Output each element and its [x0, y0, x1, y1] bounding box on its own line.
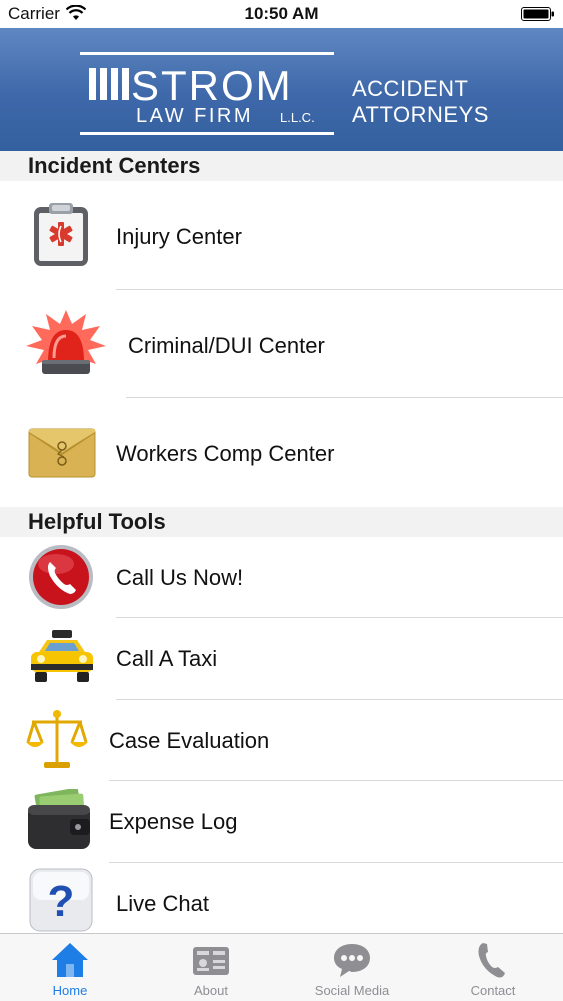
phone-handset-icon: [478, 943, 505, 978]
tab-home[interactable]: Home: [0, 934, 140, 1001]
tab-label: Contact: [470, 983, 516, 998]
item-label: Live Chat: [116, 891, 209, 916]
list-item-injury-center[interactable]: Injury Center: [0, 181, 563, 290]
section-header-tools: Helpful Tools: [0, 507, 563, 537]
list-item-live-chat[interactable]: ? Live Chat: [0, 863, 563, 933]
section-title: Incident Centers: [28, 153, 201, 178]
phone-icon: [29, 545, 93, 609]
status-bar: Carrier 10:50 AM: [0, 0, 563, 28]
section-header-incident: Incident Centers: [0, 151, 563, 181]
siren-icon: [26, 310, 106, 374]
section-title: Helpful Tools: [28, 509, 166, 534]
tab-bar: Home About Social Media Contact: [0, 933, 563, 1001]
logo-sub: LAW FIRM: [136, 105, 253, 127]
scales-icon: [26, 710, 88, 768]
list-item-case-evaluation[interactable]: Case Evaluation: [0, 700, 563, 781]
tagline-line2: ATTORNEYS: [352, 102, 489, 127]
list-item-expense-log[interactable]: Expense Log: [0, 781, 563, 862]
clipboard-medical-icon: [34, 203, 88, 266]
header-banner: STROM LAW FIRM L.L.C. ACCIDENT ATTORNEYS: [0, 28, 563, 151]
svg-text:?: ?: [48, 877, 75, 926]
item-label: Expense Log: [109, 809, 238, 834]
envelope-icon: [28, 428, 96, 478]
tab-label: Home: [52, 983, 88, 998]
id-card-icon: [193, 947, 229, 975]
tab-label: Social Media: [314, 983, 390, 998]
tagline: ACCIDENT ATTORNEYS: [352, 76, 489, 128]
home-icon: [52, 943, 88, 977]
wallet-icon: [28, 789, 90, 849]
item-label: Injury Center: [116, 224, 242, 249]
item-label: Call Us Now!: [116, 565, 244, 590]
question-icon: ?: [29, 868, 93, 932]
firm-logo: STROM LAW FIRM L.L.C.: [80, 52, 334, 135]
list-item-workers-comp-center[interactable]: Workers Comp Center: [0, 398, 563, 507]
list-item-call-a-taxi[interactable]: Call A Taxi: [0, 618, 563, 699]
item-label: Criminal/DUI Center: [128, 333, 325, 358]
list-item-call-us-now[interactable]: Call Us Now!: [0, 537, 563, 618]
tab-contact[interactable]: Contact: [423, 934, 563, 1001]
chat-bubble-icon: [334, 944, 370, 977]
tagline-line1: ACCIDENT: [352, 76, 469, 101]
logo-llc: L.L.C.: [280, 110, 315, 125]
item-label: Case Evaluation: [109, 728, 270, 753]
tab-about[interactable]: About: [141, 934, 281, 1001]
taxi-icon: [31, 630, 93, 682]
list-item-criminal-dui-center[interactable]: Criminal/DUI Center: [0, 290, 563, 398]
item-label: Call A Taxi: [116, 646, 218, 671]
battery-icon: [521, 7, 554, 21]
tab-social-media[interactable]: Social Media: [282, 934, 422, 1001]
status-time: 10:50 AM: [244, 4, 319, 23]
logo-name: STROM: [131, 62, 293, 109]
tab-label: About: [194, 983, 228, 998]
item-label: Workers Comp Center: [116, 441, 335, 466]
